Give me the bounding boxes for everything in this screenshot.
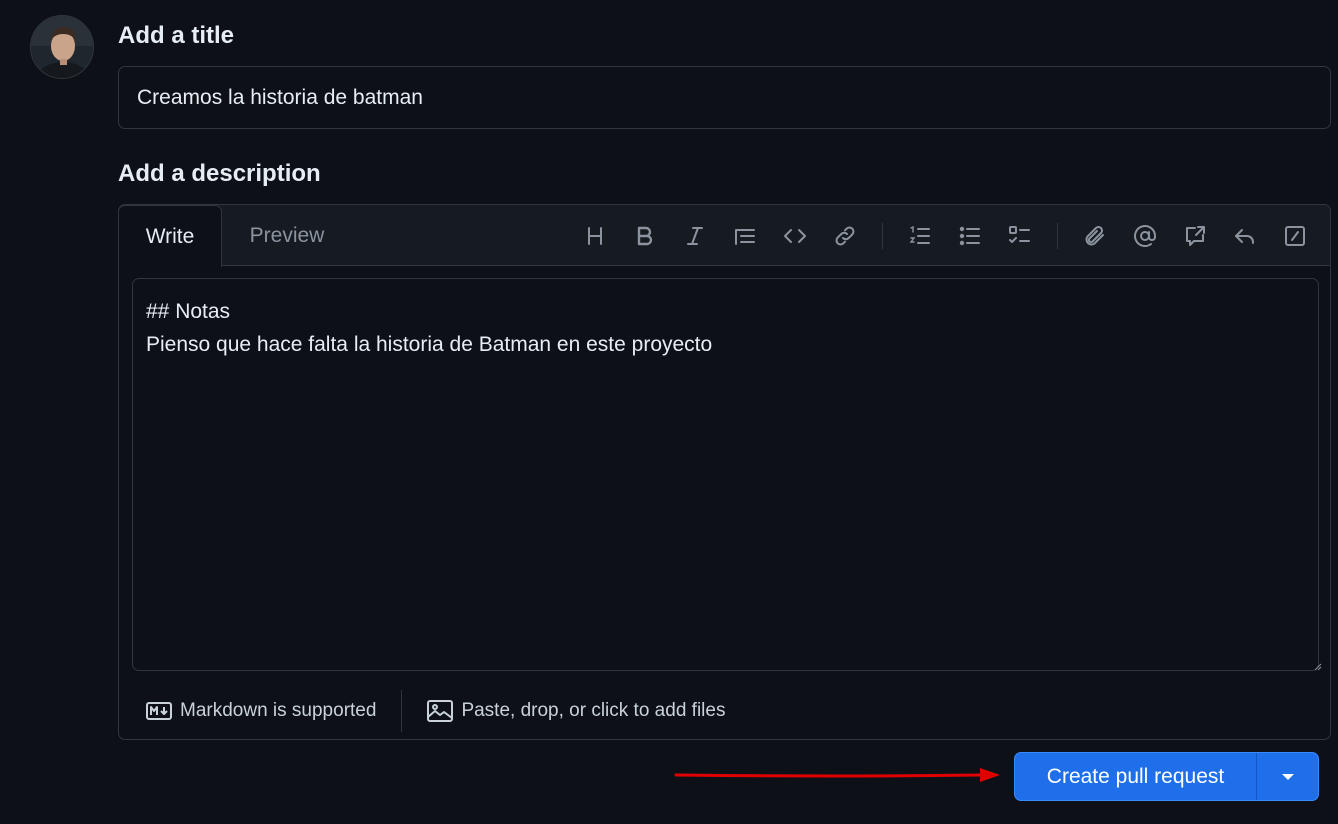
create-pr-options-button[interactable] — [1257, 753, 1318, 800]
unordered-list-button[interactable] — [945, 216, 995, 256]
reply-button[interactable] — [1220, 216, 1270, 256]
formatting-toolbar — [570, 205, 1320, 266]
create-pull-request-button-group: Create pull request — [1014, 752, 1319, 801]
quote-button[interactable] — [720, 216, 770, 256]
caret-down-icon — [1281, 773, 1294, 780]
markdown-label: Markdown is supported — [180, 700, 377, 721]
task-list-button[interactable] — [995, 216, 1045, 256]
heading-button[interactable] — [570, 216, 620, 256]
footer-divider — [401, 690, 403, 732]
title-input[interactable] — [118, 66, 1331, 129]
description-label: Add a description — [118, 160, 321, 187]
description-editor: Write Preview ## Notas Pienso que hace f… — [118, 204, 1331, 740]
markdown-supported-link[interactable]: Markdown is supported — [146, 700, 376, 722]
attach-files-label: Paste, drop, or click to add files — [461, 700, 726, 721]
tab-preview[interactable]: Preview — [227, 205, 347, 266]
code-button[interactable] — [770, 216, 820, 256]
toolbar-divider — [882, 222, 883, 249]
mention-icon — [1134, 224, 1156, 247]
italic-icon — [687, 226, 703, 245]
description-textarea[interactable]: ## Notas Pienso que hace falta la histor… — [132, 278, 1319, 671]
quote-icon — [735, 228, 755, 245]
italic-button[interactable] — [670, 216, 720, 256]
resize-handle-icon[interactable] — [1312, 661, 1322, 671]
heading-icon — [588, 226, 602, 245]
attach-icon — [1085, 225, 1104, 245]
unordered-list-icon — [959, 226, 980, 245]
tab-write[interactable]: Write — [119, 205, 222, 267]
code-icon — [784, 228, 806, 243]
attach-button[interactable] — [1070, 216, 1120, 256]
editor-footer: Markdown is supported Paste, drop, or cl… — [119, 683, 1330, 739]
annotation-arrow-icon — [674, 768, 1000, 782]
attach-files-button[interactable]: Paste, drop, or click to add files — [427, 700, 725, 722]
avatar[interactable] — [30, 15, 94, 79]
bold-icon — [637, 226, 653, 245]
title-label: Add a title — [118, 22, 235, 49]
toolbar-divider — [1057, 222, 1058, 249]
reply-icon — [1235, 228, 1254, 244]
task-list-icon — [1009, 225, 1030, 243]
editor-header: Write Preview — [119, 205, 1330, 267]
slash-commands-icon — [1285, 225, 1305, 246]
image-icon — [427, 700, 454, 722]
slash-commands-button[interactable] — [1270, 216, 1320, 256]
ordered-list-button[interactable] — [895, 216, 945, 256]
link-button[interactable] — [820, 216, 870, 256]
bold-button[interactable] — [620, 216, 670, 256]
ordered-list-icon — [909, 225, 930, 244]
create-pull-request-button[interactable]: Create pull request — [1015, 753, 1256, 800]
link-icon — [835, 226, 855, 245]
cross-reference-button[interactable] — [1170, 216, 1220, 256]
markdown-icon — [146, 702, 172, 720]
mention-button[interactable] — [1120, 216, 1170, 256]
cross-reference-icon — [1186, 225, 1205, 246]
